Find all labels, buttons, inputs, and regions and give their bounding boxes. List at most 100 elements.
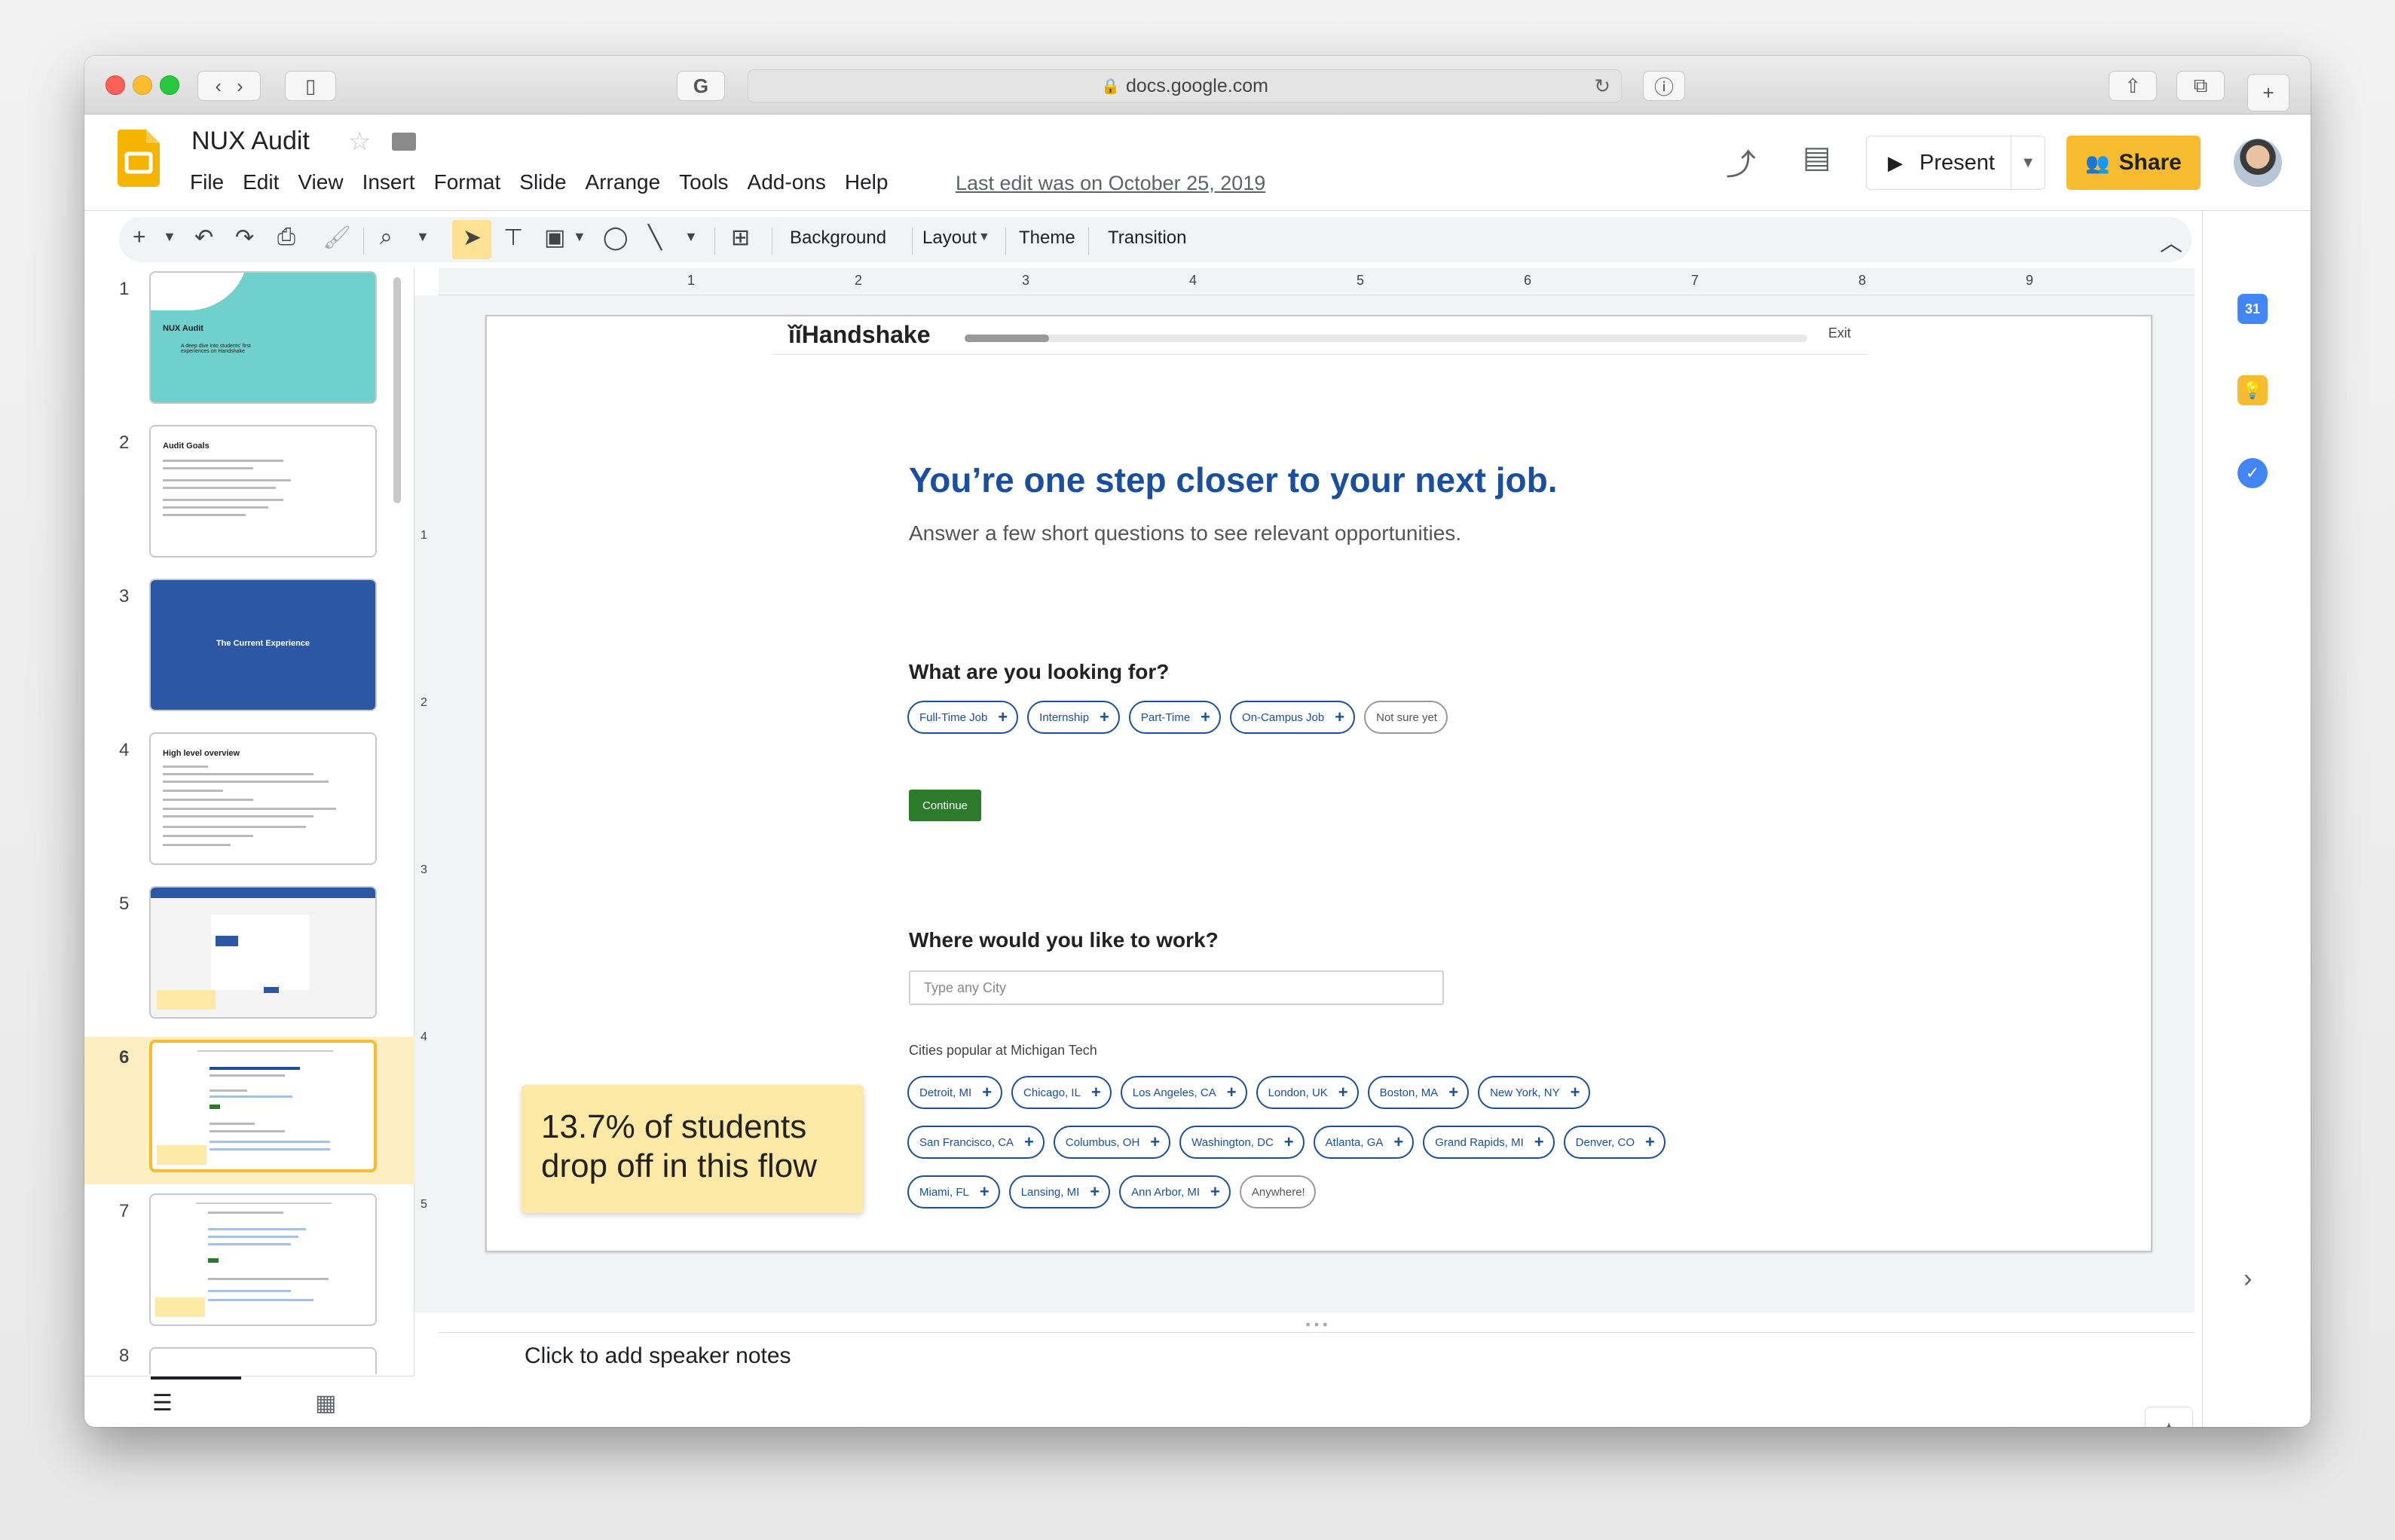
chip-city[interactable]: Detroit, MI + (907, 1076, 1003, 1109)
image-dropdown-icon[interactable]: ▼ (573, 229, 586, 245)
back-forward-buttons[interactable]: ‹ › (197, 71, 261, 101)
chevron-right-icon[interactable]: › (237, 75, 243, 98)
undo-icon[interactable]: ↶ (194, 225, 213, 251)
layout-dropdown-icon[interactable]: ▼ (978, 231, 990, 244)
chip-anywhere[interactable]: Anywhere! (1239, 1175, 1316, 1208)
print-icon[interactable]: ⎙ (277, 225, 295, 250)
zoom-dropdown-icon[interactable]: ▼ (416, 229, 430, 245)
share-button[interactable]: 👥 Share (2066, 136, 2201, 190)
paint-format-icon[interactable]: 🖌 (323, 225, 351, 251)
new-slide-dropdown-icon[interactable]: ▼ (163, 229, 176, 245)
chip-city[interactable]: Denver, CO + (1563, 1126, 1665, 1159)
image-icon[interactable]: ▣ (544, 225, 565, 251)
slide-thumbnail[interactable] (149, 1193, 377, 1326)
menu-file[interactable]: File (190, 170, 224, 194)
google-slides-logo[interactable] (118, 130, 160, 187)
chip-city[interactable]: San Francisco, CA + (907, 1126, 1045, 1159)
speaker-notes-placeholder[interactable]: Click to add speaker notes (525, 1343, 791, 1369)
zoom-icon[interactable]: ⌕ (380, 225, 393, 250)
tabs-overview-button[interactable]: ⧉ (2176, 71, 2225, 101)
notes-resize-handle[interactable]: • • • (439, 1318, 2195, 1332)
comments-icon[interactable]: ▤ (1803, 140, 1831, 175)
current-slide[interactable]: ǐǐHandshake Exit You’re one step closer … (485, 315, 2152, 1252)
slide-thumbnail[interactable]: High level overview (149, 732, 377, 865)
continue-button[interactable]: Continue (909, 790, 981, 821)
present-button[interactable]: ▶ Present ▼ (1866, 136, 2045, 190)
line-dropdown-icon[interactable]: ▼ (684, 229, 698, 245)
chip-city[interactable]: Los Angeles, CA + (1120, 1076, 1247, 1109)
filmstrip-slide-2[interactable]: 2 Audit Goals (84, 422, 414, 570)
chip-city[interactable]: London, UK + (1256, 1076, 1359, 1109)
slide-thumbnail[interactable]: Audit Goals (149, 425, 377, 558)
slide-thumbnail[interactable] (149, 886, 377, 1019)
menu-view[interactable]: View (298, 170, 343, 194)
expand-side-panel-icon[interactable]: › (2244, 1264, 2252, 1294)
add-comment-icon[interactable]: ⊞ (731, 225, 750, 251)
chip-city[interactable]: Chicago, IL + (1011, 1076, 1112, 1109)
chip-full-time-job[interactable]: Full-Time Job + (907, 701, 1019, 734)
chip-city[interactable]: Atlanta, GA + (1313, 1126, 1415, 1159)
new-slide-icon[interactable]: + (133, 225, 146, 250)
chip-city[interactable]: Columbus, OH + (1053, 1126, 1171, 1159)
folder-icon[interactable] (392, 133, 416, 151)
chip-city[interactable]: New York, NY + (1478, 1076, 1591, 1109)
text-box-icon[interactable]: ⊤ (503, 225, 523, 251)
redo-icon[interactable]: ↷ (235, 225, 254, 251)
chip-city[interactable]: Grand Rapids, MI + (1423, 1126, 1555, 1159)
grammarly-extension-button[interactable]: G (677, 71, 725, 101)
slide-thumbnail[interactable]: NUX Audit A deep dive into students' fir… (149, 271, 377, 404)
account-avatar[interactable] (2234, 139, 2282, 187)
slide-thumbnail[interactable]: The Current Experience (149, 579, 377, 711)
menu-help[interactable]: Help (845, 170, 889, 194)
menu-addons[interactable]: Add-ons (748, 170, 826, 194)
menu-slide[interactable]: Slide (519, 170, 566, 194)
explore-button[interactable]: ✦ (2145, 1407, 2193, 1427)
slide-thumbnail[interactable] (149, 1347, 377, 1374)
chip-city[interactable]: Miami, FL + (907, 1175, 1000, 1208)
layout-button[interactable]: Layout (922, 228, 977, 249)
star-icon[interactable]: ☆ (348, 127, 371, 157)
collapse-toolbar-icon[interactable]: ︿ (2160, 225, 2182, 258)
chip-internship[interactable]: Internship + (1027, 701, 1120, 734)
slide-thumbnail[interactable] (149, 1040, 377, 1172)
menu-insert[interactable]: Insert (362, 170, 415, 194)
city-search-input[interactable]: Type any City (909, 970, 1444, 1005)
chip-city[interactable]: Lansing, MI + (1008, 1175, 1111, 1208)
exit-link[interactable]: Exit (1828, 325, 1851, 341)
share-sheet-button[interactable]: ⇧ (2109, 71, 2157, 101)
reload-icon[interactable]: ↻ (1594, 75, 1610, 98)
menu-arrange[interactable]: Arrange (586, 170, 661, 194)
line-icon[interactable]: ╲ (648, 225, 662, 251)
filmstrip-slide-6[interactable]: 6 (84, 1037, 414, 1184)
zoom-window-button[interactable] (160, 75, 179, 95)
speaker-notes[interactable]: Click to add speaker notes ✦ (439, 1332, 2195, 1427)
menu-tools[interactable]: Tools (679, 170, 728, 194)
theme-button[interactable]: Theme (1019, 228, 1075, 249)
chip-on-campus-job[interactable]: On-Campus Job + (1230, 701, 1356, 734)
filmstrip-slide-7[interactable]: 7 (84, 1190, 414, 1338)
chip-part-time[interactable]: Part-Time + (1128, 701, 1222, 734)
dropoff-stat-note[interactable]: 13.7% of students drop off in this flow (522, 1085, 864, 1213)
tasks-icon[interactable]: ✓ (2237, 458, 2268, 488)
present-dropdown-icon[interactable]: ▼ (2020, 154, 2036, 172)
filmstrip-view-icon[interactable]: ☰ (152, 1390, 173, 1416)
address-bar[interactable]: 🔒 docs.google.com ↻ (748, 69, 1622, 102)
new-tab-button[interactable]: + (2247, 74, 2289, 112)
menu-format[interactable]: Format (434, 170, 501, 194)
chevron-left-icon[interactable]: ‹ (215, 75, 222, 98)
minimize-window-button[interactable] (133, 75, 152, 95)
shape-icon[interactable]: ◯ (603, 225, 629, 251)
activity-trend-icon[interactable]: ⤴ (1726, 140, 1756, 184)
filmstrip-slide-4[interactable]: 4 High level overview (84, 729, 414, 877)
select-cursor-icon[interactable]: ➤ (463, 225, 482, 251)
keep-icon[interactable]: 💡 (2237, 375, 2268, 405)
background-button[interactable]: Background (790, 228, 886, 249)
menu-edit[interactable]: Edit (243, 170, 279, 194)
filmstrip-slide-8[interactable]: 8 (84, 1344, 414, 1374)
grid-view-icon[interactable]: ▦ (315, 1390, 336, 1416)
filmstrip-slide-5[interactable]: 5 (84, 883, 414, 1031)
last-edit-link[interactable]: Last edit was on October 25, 2019 (956, 172, 1265, 195)
filmstrip-slide-3[interactable]: 3 The Current Experience (84, 576, 414, 723)
filmstrip-slide-1[interactable]: 1 NUX Audit A deep dive into students' f… (84, 268, 414, 416)
chip-not-sure-yet[interactable]: Not sure yet (1364, 701, 1448, 734)
